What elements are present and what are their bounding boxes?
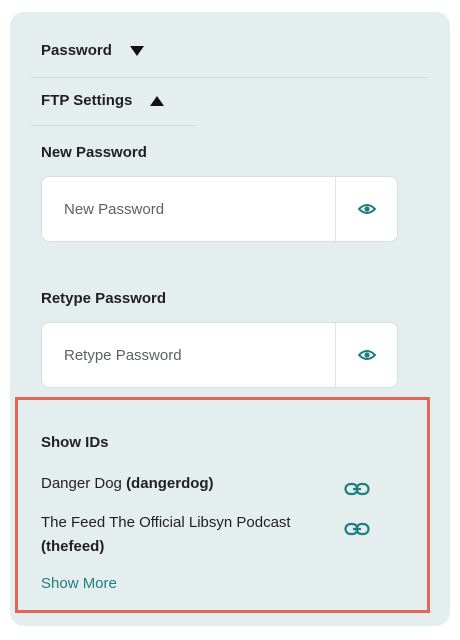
- show-id: (dangerdog): [126, 475, 214, 492]
- link-icon[interactable]: [344, 522, 370, 541]
- eye-icon: [357, 204, 376, 214]
- show-id: (thefeed): [41, 538, 105, 555]
- eye-icon: [357, 350, 376, 360]
- link-icon[interactable]: [344, 482, 370, 501]
- show-ids-title: Show IDs: [41, 434, 109, 451]
- divider: [31, 77, 429, 78]
- show-more-link[interactable]: Show More: [41, 575, 117, 592]
- retype-password-label: Retype Password: [41, 290, 167, 307]
- password-accordion-label: Password: [41, 42, 112, 59]
- new-password-label: New Password: [41, 144, 147, 161]
- retype-password-input[interactable]: [42, 323, 335, 387]
- retype-password-reveal-button[interactable]: [335, 323, 397, 387]
- show-id-item: Danger Dog (dangerdog): [41, 472, 371, 496]
- ftp-settings-accordion-toggle[interactable]: FTP Settings: [41, 92, 165, 109]
- new-password-input[interactable]: [42, 177, 335, 241]
- triangle-down-icon: [129, 45, 144, 56]
- new-password-field-group: [41, 176, 398, 242]
- new-password-reveal-button[interactable]: [335, 177, 397, 241]
- password-accordion-toggle[interactable]: Password: [41, 42, 144, 59]
- retype-password-field-group: [41, 322, 398, 388]
- show-name: The Feed The Official Libsyn Podcast: [41, 514, 291, 531]
- show-name: Danger Dog: [41, 475, 122, 492]
- divider: [31, 125, 197, 126]
- ftp-settings-accordion-label: FTP Settings: [41, 92, 133, 109]
- triangle-up-icon: [150, 95, 165, 106]
- show-id-item: The Feed The Official Libsyn Podcast (th…: [41, 511, 371, 559]
